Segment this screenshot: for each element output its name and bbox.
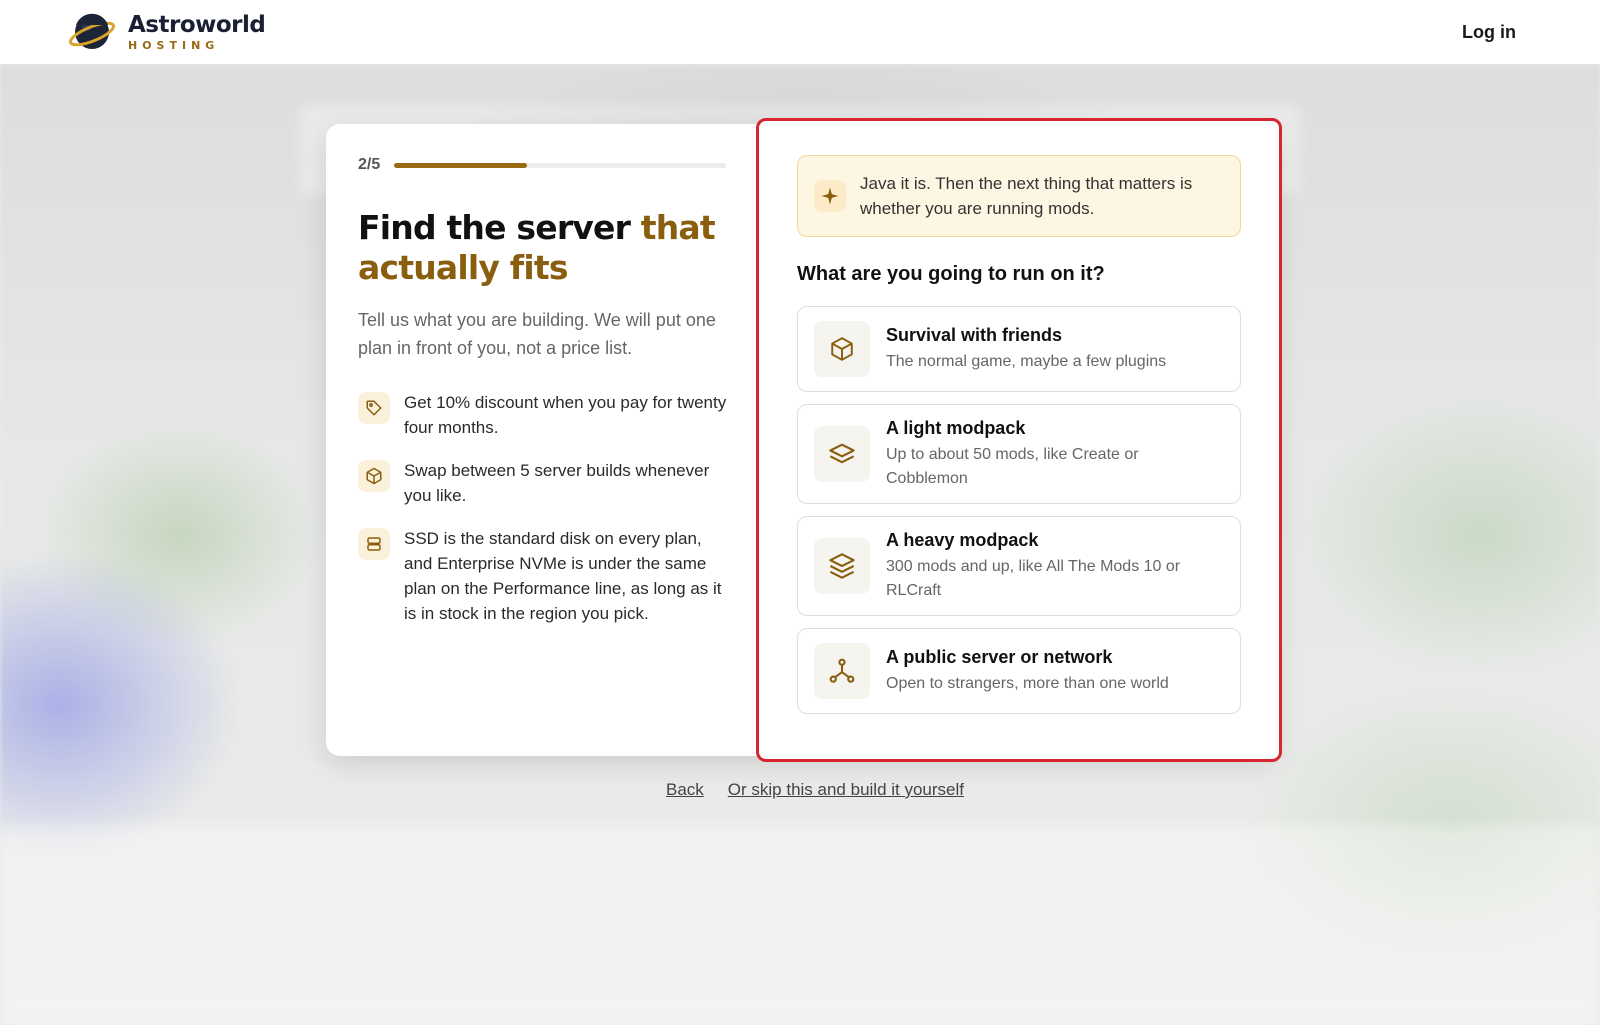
intro-panel: 2/5 Find the server that actually fits T… <box>326 124 756 756</box>
progress-fill <box>394 162 528 168</box>
planet-logo-icon <box>69 13 115 49</box>
option-survival[interactable]: Survival with friends The normal game, m… <box>797 306 1241 392</box>
intro-text: Tell us what you are building. We will p… <box>358 310 716 358</box>
option-list: Survival with friends The normal game, m… <box>797 306 1241 714</box>
wizard-card: 2/5 Find the server that actually fits T… <box>326 118 1282 762</box>
progress: 2/5 <box>358 156 732 174</box>
layers-icon <box>814 426 870 482</box>
title-main: Find the server <box>358 208 641 247</box>
hint-banner: Java it is. Then the next thing that mat… <box>797 155 1241 237</box>
progress-track <box>394 162 727 168</box>
option-heavy-modpack[interactable]: A heavy modpack 300 mods and up, like Al… <box>797 516 1241 616</box>
footer-nav: Back Or skip this and build it yourself <box>0 780 1600 800</box>
brand-subtitle: HOSTING <box>128 38 220 52</box>
layers-stack-icon <box>814 538 870 594</box>
login-link[interactable]: Log in <box>1462 22 1516 43</box>
cube-icon <box>358 460 390 492</box>
network-icon <box>814 643 870 699</box>
tag-icon <box>358 392 390 424</box>
option-description: 300 mods and up, like All The Mods 10 or… <box>886 557 1181 599</box>
option-description: Up to about 50 mods, like Create or Cobb… <box>886 445 1139 487</box>
back-link[interactable]: Back <box>666 780 704 800</box>
option-title: A light modpack <box>886 417 1026 438</box>
server-icon <box>358 528 390 560</box>
option-description: Open to strangers, more than one world <box>886 674 1169 692</box>
option-title: Survival with friends <box>886 324 1063 345</box>
sparkle-icon <box>814 180 846 212</box>
page-title: Find the server that actually fits <box>358 208 732 288</box>
brand-name: Astroworld <box>128 11 266 38</box>
option-light-modpack[interactable]: A light modpack Up to about 50 mods, lik… <box>797 404 1241 504</box>
brand-logo[interactable]: Astroworld HOSTING <box>68 11 266 53</box>
option-title: A public server or network <box>886 646 1113 667</box>
feature-text: Get 10% discount when you pay for twenty… <box>404 393 727 437</box>
feature-text: Swap between 5 server builds whenever yo… <box>404 461 710 505</box>
top-bar: Astroworld HOSTING Log in <box>0 0 1600 65</box>
option-title: A heavy modpack <box>886 529 1039 550</box>
hint-text: Java it is. Then the next thing that mat… <box>860 174 1193 218</box>
feature-text: SSD is the standard disk on every plan, … <box>404 529 722 623</box>
step-counter: 2/5 <box>358 156 381 173</box>
feature-list: Get 10% discount when you pay for twenty… <box>358 390 732 626</box>
skip-link[interactable]: Or skip this and build it yourself <box>728 780 964 800</box>
feature-item: SSD is the standard disk on every plan, … <box>358 526 732 626</box>
feature-item: Swap between 5 server builds whenever yo… <box>358 458 732 508</box>
option-public-network[interactable]: A public server or network Open to stran… <box>797 628 1241 714</box>
question-panel: Java it is. Then the next thing that mat… <box>756 118 1282 762</box>
question-title: What are you going to run on it? <box>797 263 1105 285</box>
cube-icon <box>814 321 870 377</box>
option-description: The normal game, maybe a few plugins <box>886 352 1167 370</box>
feature-item: Get 10% discount when you pay for twenty… <box>358 390 732 440</box>
